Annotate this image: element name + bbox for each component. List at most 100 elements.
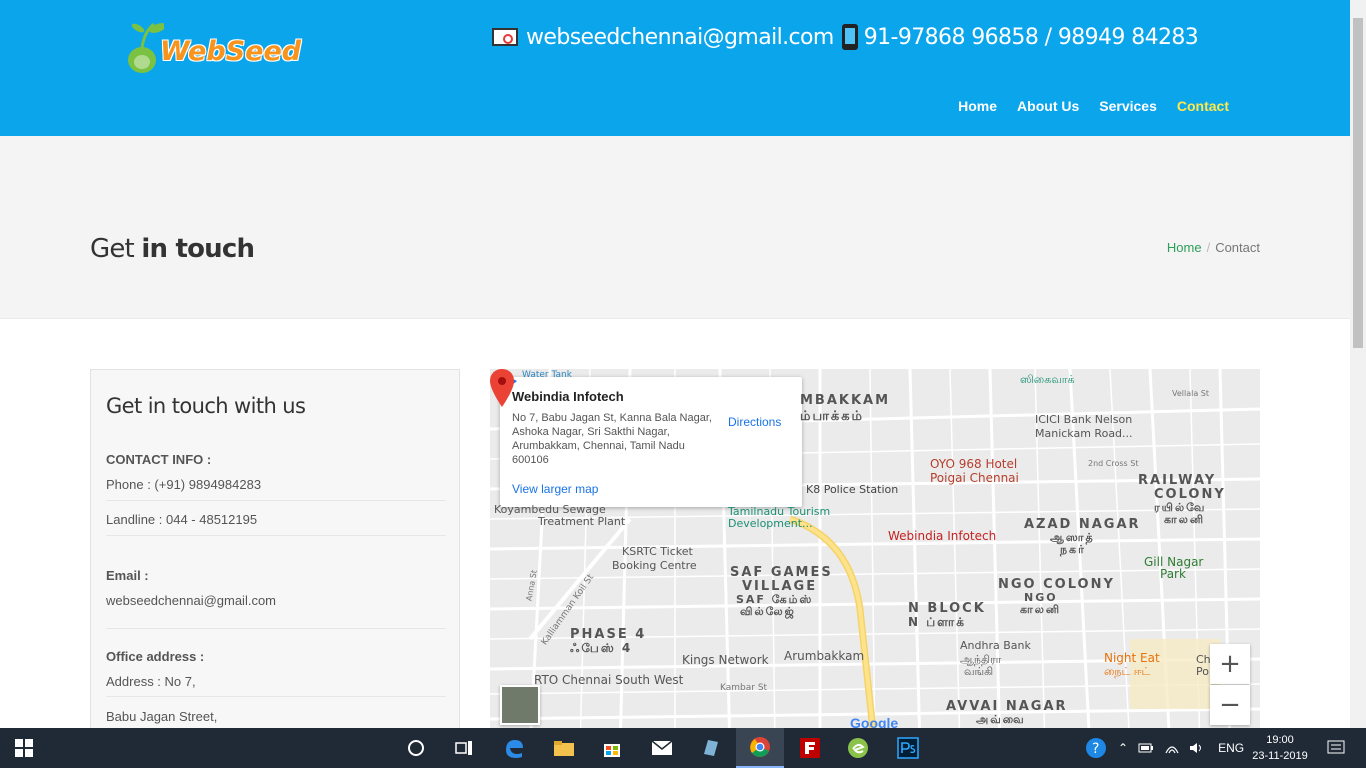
nav-about-us[interactable]: About Us (1017, 98, 1079, 114)
map-label: Night Eat (1104, 651, 1160, 665)
map-label: Development... (728, 517, 813, 530)
site-header: WebSeed webseedchennai@gmail.com 91-9786… (0, 0, 1350, 136)
notifications-icon (1327, 740, 1345, 754)
zoom-out-button[interactable]: − (1210, 685, 1250, 725)
email-label: Email : (106, 568, 149, 583)
nav-home[interactable]: Home (958, 98, 997, 114)
card-phone: Phone : (+91) 9894984283 (106, 477, 262, 492)
windows-taskbar: ? ⌃ ENG 19:00 23-11-2019 (0, 728, 1366, 768)
taskbar-chrome[interactable] (736, 728, 784, 768)
map-label: SAF GAMES (730, 565, 833, 580)
scrollbar-thumb[interactable] (1353, 18, 1363, 348)
contact-card: Get in touch with us CONTACT INFO : Phon… (90, 369, 460, 749)
header-phone[interactable]: 91-97868 96858 / 98949 84283 (864, 25, 1199, 50)
phone-icon (841, 24, 858, 50)
svg-text:?: ? (1092, 741, 1099, 757)
webseed-logo[interactable]: WebSeed (124, 18, 314, 78)
action-center-button[interactable] (1312, 728, 1360, 768)
map-label: COLONY (1154, 487, 1226, 502)
view-larger-map-link[interactable]: View larger map (512, 482, 598, 496)
map-label: நகர் (1060, 543, 1086, 556)
map-label: RAILWAY (1138, 473, 1217, 488)
cortana-circle-icon (408, 740, 424, 756)
folder-icon (554, 741, 574, 756)
map-label: VILLAGE (742, 579, 818, 594)
map-label: வங்கி (964, 665, 994, 678)
contact-info-label: CONTACT INFO : (106, 452, 212, 467)
map-label: Andhra Bank (960, 639, 1031, 652)
battery-icon[interactable] (1138, 742, 1154, 754)
mail-icon (492, 28, 518, 46)
zoom-in-button[interactable]: + (1210, 644, 1250, 684)
taskbar-clock[interactable]: 19:00 23-11-2019 (1250, 732, 1310, 764)
task-view-icon (455, 741, 472, 755)
start-button[interactable] (0, 728, 48, 768)
card-address-line-2: Babu Jagan Street, (106, 709, 218, 724)
page-title-light: Get (90, 234, 135, 264)
map-label: அவ்வை (976, 713, 1026, 726)
filezilla-icon (800, 738, 820, 758)
language-indicator[interactable]: ENG (1218, 741, 1244, 755)
edge-icon (506, 740, 523, 758)
wifi-icon[interactable] (1164, 741, 1180, 755)
map-label: Vellala St (1172, 389, 1210, 398)
cortana-button[interactable] (392, 728, 440, 768)
taskbar-app[interactable] (686, 728, 734, 768)
map-label: காலனி (1164, 513, 1206, 526)
volume-icon[interactable] (1188, 741, 1204, 755)
header-contact: webseedchennai@gmail.com 91-97868 96858 … (492, 24, 1199, 50)
taskbar-dreamweaver[interactable] (834, 728, 882, 768)
clock-time: 19:00 (1266, 734, 1294, 746)
taskbar-file-explorer[interactable] (540, 728, 588, 768)
taskbar-store[interactable] (588, 728, 636, 768)
map-label: Treatment Plant (538, 515, 626, 528)
map-label: 2nd Cross St (1088, 459, 1139, 468)
map-marker-icon[interactable] (490, 369, 514, 407)
taskbar-mail[interactable] (638, 728, 686, 768)
windows-logo-icon (15, 739, 33, 757)
nav-contact[interactable]: Contact (1177, 98, 1229, 114)
place-name: Webindia Infotech (512, 389, 624, 404)
map-label: MBAKKAM (800, 393, 891, 408)
card-email[interactable]: webseedchennai@gmail.com (106, 593, 276, 608)
help-icon[interactable]: ? (1084, 736, 1108, 760)
mail-app-icon (651, 740, 673, 755)
taskbar-photoshop[interactable] (884, 728, 932, 768)
header-email[interactable]: webseedchennai@gmail.com (526, 25, 834, 50)
card-landline: Landline : 044 - 48512195 (106, 512, 258, 527)
map-label: NGO COLONY (998, 577, 1115, 592)
map-label: OYO 968 Hotel (930, 457, 1018, 471)
office-address-label: Office address : (106, 649, 205, 664)
divider (106, 696, 446, 697)
page-scrollbar[interactable] (1350, 0, 1366, 728)
main-nav: Home About Us Services Contact (958, 98, 1229, 114)
chrome-icon (750, 737, 770, 757)
chevron-up-icon[interactable]: ⌃ (1118, 741, 1128, 755)
map-label: AVVAI NAGAR (946, 699, 1068, 714)
map-label: Water Tank (522, 370, 572, 380)
app-icon (704, 740, 718, 756)
seedling-icon (128, 22, 164, 73)
map-label: Arumbakkam (784, 649, 865, 663)
taskbar-filezilla[interactable] (786, 728, 834, 768)
map-label: Poigai Chennai (930, 471, 1019, 485)
map-label: AZAD NAGAR (1024, 517, 1141, 532)
map-label: RTO Chennai South West (534, 673, 684, 687)
map-label: ம்பாக்கம் (800, 409, 865, 424)
satellite-toggle[interactable] (500, 685, 540, 725)
page-title: Get in touch (90, 234, 255, 264)
taskbar-edge[interactable] (490, 728, 538, 768)
google-map[interactable]: Webindia Infotech No 7, Babu Jagan St, K… (490, 369, 1260, 749)
clock-date: 23-11-2019 (1252, 750, 1308, 762)
map-info-window: Webindia Infotech No 7, Babu Jagan St, K… (500, 377, 802, 507)
directions-label[interactable]: Directions (728, 415, 781, 429)
nav-services[interactable]: Services (1099, 98, 1157, 114)
photoshop-icon (897, 737, 919, 759)
map-label: நைட் ஈட் (1104, 665, 1151, 678)
task-view-button[interactable] (440, 728, 488, 768)
breadcrumb-home[interactable]: Home (1167, 240, 1202, 255)
divider (106, 500, 446, 501)
map-label: வில்லேஜ் (740, 605, 796, 618)
map-label: ICICI Bank Nelson (1035, 413, 1133, 426)
map-label: Park (1160, 567, 1186, 581)
